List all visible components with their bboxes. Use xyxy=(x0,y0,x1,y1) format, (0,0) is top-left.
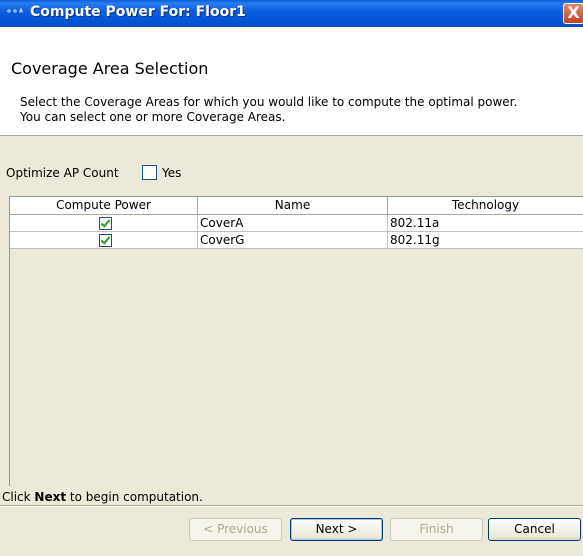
technology-cell: 802.11a xyxy=(388,215,583,232)
next-button[interactable]: Next > xyxy=(290,518,383,541)
status-prefix: Click xyxy=(2,490,35,504)
optimize-yes-label: Yes xyxy=(162,166,182,180)
name-cell: CoverA xyxy=(198,215,388,232)
status-text: Click Next to begin computation. xyxy=(2,490,203,504)
page-title: Coverage Area Selection xyxy=(11,59,209,78)
status-bold: Next xyxy=(34,490,67,504)
window-title: Compute Power For: Floor1 xyxy=(30,4,246,20)
app-icon: ᵒᵒᴬ xyxy=(6,8,25,19)
compute-power-cell[interactable] xyxy=(10,232,198,249)
optimize-ap-count-label: Optimize AP Count xyxy=(6,166,119,180)
column-header-compute-power[interactable]: Compute Power xyxy=(10,197,198,215)
title-bar: ᵒᵒᴬ Compute Power For: Floor1 X xyxy=(0,0,583,27)
finish-button[interactable]: Finish xyxy=(390,518,483,541)
table-header: Compute Power Name Technology xyxy=(10,197,583,215)
column-header-technology[interactable]: Technology xyxy=(388,197,583,215)
optimize-ap-count-checkbox[interactable] xyxy=(142,165,157,180)
table-row[interactable]: CoverG 802.11g xyxy=(10,232,583,249)
close-button[interactable]: X xyxy=(563,3,583,24)
compute-power-cell[interactable] xyxy=(10,215,198,232)
status-suffix: to begin computation. xyxy=(66,490,203,504)
coverage-area-table: Compute Power Name Technology CoverA 802… xyxy=(9,196,583,486)
status-bar: Click Next to begin computation. xyxy=(0,488,583,506)
compute-power-checkbox[interactable] xyxy=(99,234,112,247)
column-header-name[interactable]: Name xyxy=(198,197,388,215)
previous-button[interactable]: < Previous xyxy=(189,518,282,541)
page-description: Select the Coverage Areas for which you … xyxy=(20,95,518,124)
compute-power-checkbox[interactable] xyxy=(99,217,112,230)
technology-cell: 802.11g xyxy=(388,232,583,249)
table-row[interactable]: CoverA 802.11a xyxy=(10,215,583,232)
divider xyxy=(0,505,583,507)
name-cell: CoverG xyxy=(198,232,388,249)
cancel-button[interactable]: Cancel xyxy=(488,518,581,541)
wizard-header: Coverage Area Selection Select the Cover… xyxy=(0,27,583,136)
